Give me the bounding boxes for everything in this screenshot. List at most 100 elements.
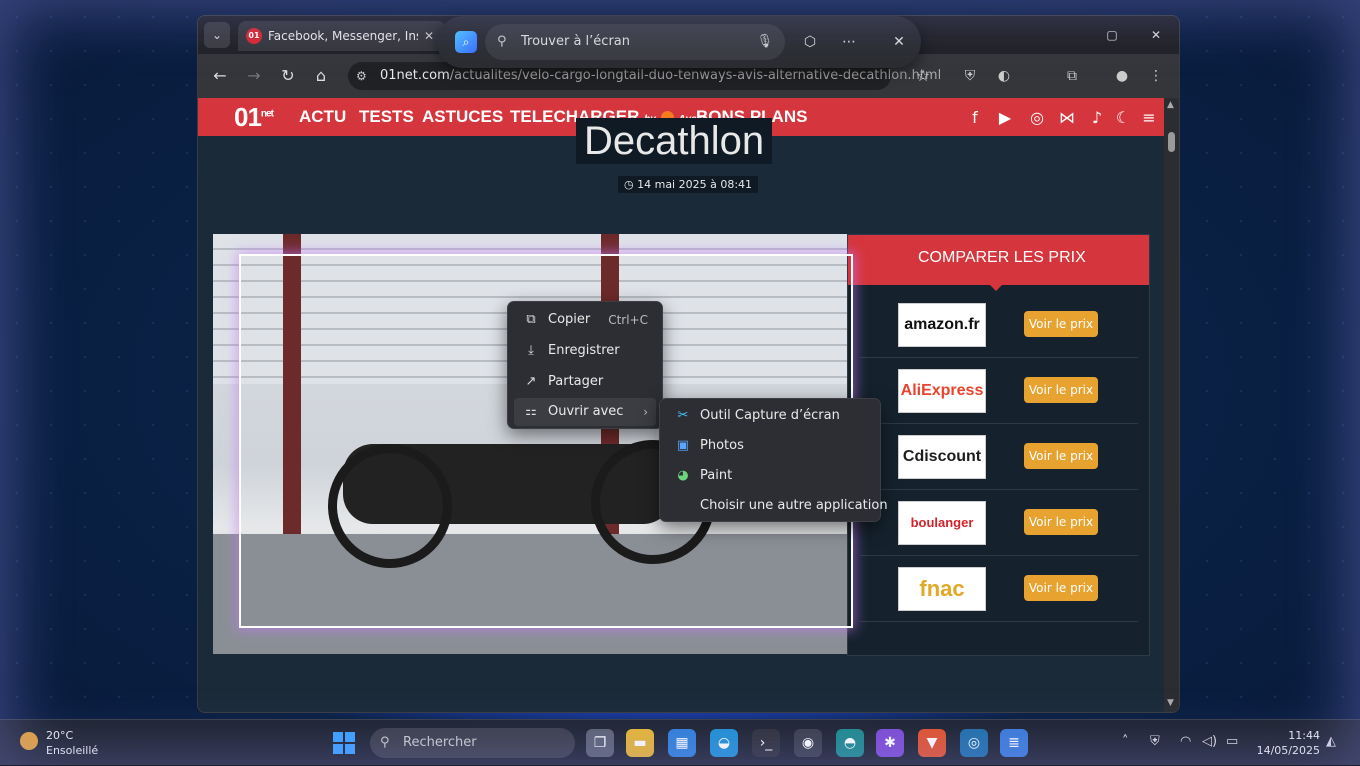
- bluesky-icon[interactable]: ⋈: [1056, 107, 1078, 129]
- store-row: AliExpress Voir le prix: [860, 357, 1138, 424]
- hamburger-menu-icon[interactable]: ≡: [1138, 107, 1160, 129]
- slack-icon[interactable]: ✱: [876, 729, 904, 757]
- site-logo[interactable]: 01net: [234, 102, 274, 133]
- submenu-item-snipping-tool[interactable]: ✂ Outil Capture d’écran: [666, 402, 874, 430]
- search-icon: ⚲: [497, 34, 507, 49]
- visual-search-icon[interactable]: ⬡: [799, 31, 821, 53]
- home-icon[interactable]: ⌂: [309, 64, 333, 88]
- chevron-up-icon[interactable]: ˄: [1122, 734, 1129, 749]
- more-options-icon[interactable]: ⋯: [838, 31, 860, 53]
- tray-shield-icon[interactable]: ⛨: [1150, 734, 1160, 749]
- edge-canary-icon[interactable]: ◓: [836, 729, 864, 757]
- store-logo-cdiscount[interactable]: Cdiscount: [898, 435, 986, 479]
- find-on-screen-input[interactable]: ⚲ Trouver à l’écran 🎙: [485, 24, 785, 60]
- profile-avatar[interactable]: ●: [1110, 64, 1134, 88]
- extension-shield-icon[interactable]: ⛨: [958, 64, 982, 88]
- menu-item-copy[interactable]: ⧉ Copier Ctrl+C: [514, 306, 656, 334]
- store-logo-aliexpress[interactable]: AliExpress: [898, 369, 986, 413]
- snipping-tool-icon: ✂: [677, 408, 689, 423]
- chrome-icon[interactable]: ◉: [794, 729, 822, 757]
- extension-icon[interactable]: ◐: [992, 64, 1016, 88]
- menu-item-open-with[interactable]: ⚏ Ouvrir avec ›: [514, 398, 656, 426]
- nav-actu[interactable]: ACTU: [299, 107, 346, 127]
- battery-icon[interactable]: ▭: [1226, 734, 1238, 749]
- file-explorer-icon[interactable]: ▬: [626, 729, 654, 757]
- menu-kebab-icon[interactable]: ⋮: [1144, 64, 1168, 88]
- store-logo-amazon[interactable]: amazon.fr: [898, 303, 986, 347]
- submenu-item-paint[interactable]: ◕ Paint: [666, 462, 874, 490]
- lens-icon[interactable]: ⌕: [455, 31, 477, 53]
- download-icon: ⤓: [528, 343, 534, 358]
- share-icon: ↗: [525, 374, 537, 389]
- facebook-icon[interactable]: f: [964, 107, 986, 129]
- reload-icon[interactable]: ↻: [276, 64, 300, 88]
- restore-icon[interactable]: ▢: [1100, 24, 1124, 46]
- edge-icon[interactable]: ◒: [710, 729, 738, 757]
- submenu-item-choose-app[interactable]: Choisir une autre application: [666, 492, 888, 520]
- store-row: fnac Voir le prix: [860, 555, 1138, 622]
- tab-active[interactable]: 01 Facebook, Messenger, Instagram ✕: [238, 21, 446, 51]
- taskbar: 20°C Ensoleillé ⚲ Rechercher ❐ ▬ ▦ ◒ ›_ ◉…: [0, 719, 1360, 766]
- nav-astuces[interactable]: ASTUCES: [422, 107, 503, 127]
- compare-title: COMPARER LES PRIX: [918, 249, 1086, 266]
- chevron-right-icon: ›: [643, 405, 648, 419]
- nav-tests[interactable]: TESTS: [359, 107, 414, 127]
- wifi-icon[interactable]: ◠: [1180, 734, 1191, 749]
- scroll-down-icon[interactable]: ▼: [1167, 698, 1174, 708]
- instagram-icon[interactable]: ◎: [1026, 107, 1048, 129]
- tab-favicon: 01: [246, 28, 262, 44]
- weather-desc: Ensoleillé: [46, 744, 99, 757]
- copy-icon: ⧉: [526, 312, 536, 327]
- store-logo-boulanger[interactable]: boulanger: [898, 501, 986, 545]
- youtube-icon[interactable]: ▶: [994, 107, 1016, 129]
- back-icon[interactable]: ←: [208, 64, 232, 88]
- scroll-thumb[interactable]: [1168, 132, 1175, 152]
- window-close-icon[interactable]: ✕: [1144, 24, 1168, 46]
- weather-temp: 20°C: [46, 729, 74, 742]
- store-logo-fnac[interactable]: fnac: [898, 567, 986, 611]
- price-compare-panel: COMPARER LES PRIX amazon.fr Voir le prix…: [847, 234, 1150, 656]
- extensions-puzzle-icon[interactable]: ⧉: [1060, 64, 1084, 88]
- open-with-submenu: ✂ Outil Capture d’écran ▣ Photos ◕ Paint…: [659, 398, 888, 522]
- store-row: Cdiscount Voir le prix: [860, 423, 1138, 490]
- page-scrollbar[interactable]: ▲ ▼: [1164, 98, 1179, 712]
- microphone-icon[interactable]: 🎙: [756, 24, 773, 60]
- terminal-icon[interactable]: ›_: [752, 729, 780, 757]
- store-row: amazon.fr Voir le prix: [860, 291, 1138, 358]
- photos-icon: ▣: [676, 438, 690, 453]
- submenu-item-photos[interactable]: ▣ Photos: [666, 432, 874, 460]
- app-circle-icon[interactable]: ◎: [960, 729, 988, 757]
- tab-search-icon[interactable]: ⌄: [204, 22, 230, 48]
- site-info-icon[interactable]: ⚙: [356, 62, 367, 90]
- task-view-icon[interactable]: ❐: [586, 729, 614, 757]
- bookmark-star-icon[interactable]: ☆: [911, 64, 935, 88]
- system-clock[interactable]: 11:44 14/05/2025: [1256, 728, 1320, 758]
- taskbar-search[interactable]: ⚲ Rechercher: [370, 728, 575, 758]
- forward-icon[interactable]: →: [242, 64, 266, 88]
- search-icon: ⚲: [380, 735, 390, 750]
- store-row: boulanger Voir le prix: [860, 489, 1138, 556]
- tiktok-icon[interactable]: ♪: [1086, 107, 1108, 129]
- notepad-icon[interactable]: ≣: [1000, 729, 1028, 757]
- brave-icon[interactable]: ▼: [918, 729, 946, 757]
- view-price-button[interactable]: Voir le prix: [1024, 509, 1098, 535]
- sun-icon: [20, 732, 38, 750]
- view-price-button[interactable]: Voir le prix: [1024, 377, 1098, 403]
- dark-mode-moon-icon[interactable]: ☾: [1112, 107, 1134, 129]
- menu-item-save[interactable]: ⤓ Enregistrer: [514, 337, 656, 365]
- tab-close-icon[interactable]: ✕: [424, 29, 434, 43]
- notification-bell-icon[interactable]: ◭: [1326, 734, 1336, 749]
- view-price-button[interactable]: Voir le prix: [1024, 311, 1098, 337]
- scroll-up-icon[interactable]: ▲: [1167, 100, 1174, 110]
- open-with-icon: ⚏: [525, 404, 537, 419]
- article-headline: Decathlon: [576, 118, 773, 164]
- paint-icon: ◕: [677, 468, 689, 483]
- menu-item-share[interactable]: ↗ Partager: [514, 368, 656, 396]
- compare-header: COMPARER LES PRIX: [848, 235, 1149, 285]
- store-icon[interactable]: ▦: [668, 729, 696, 757]
- view-price-button[interactable]: Voir le prix: [1024, 443, 1098, 469]
- close-icon[interactable]: ✕: [888, 31, 910, 53]
- volume-icon[interactable]: ◁): [1202, 734, 1217, 749]
- start-windows-icon[interactable]: [333, 732, 355, 754]
- view-price-button[interactable]: Voir le prix: [1024, 575, 1098, 601]
